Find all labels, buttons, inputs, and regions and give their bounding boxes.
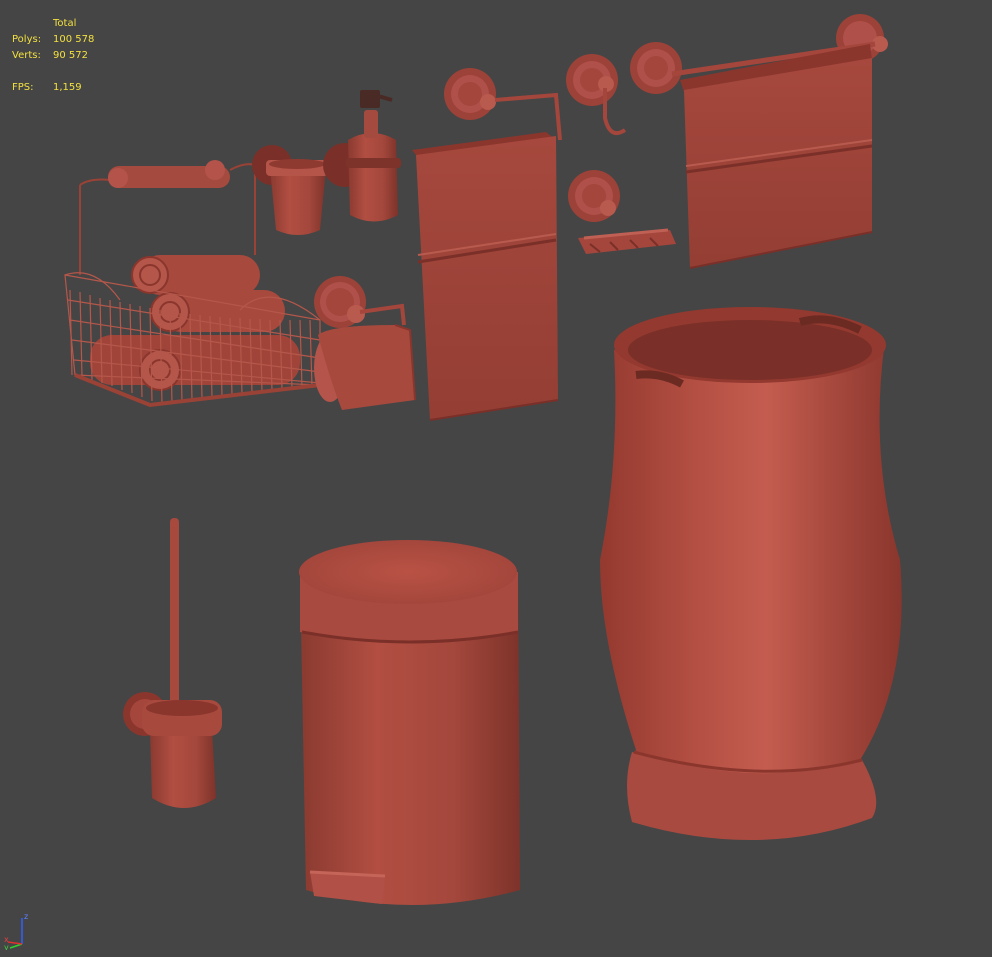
polys-label: Polys: [12,34,42,45]
verts-label: Verts: [12,50,41,61]
x-axis-line [7,941,23,945]
3d-viewport[interactable]: Total Polys: 100 578 Verts: 90 572 FPS: … [0,0,992,957]
toilet-paper-holder[interactable] [314,276,416,410]
towel-bar-with-towel[interactable] [412,68,562,421]
brush-handle [170,518,179,718]
tumbler-cup [270,168,326,235]
z-axis-label: z [24,912,28,921]
robe-hook[interactable] [566,54,627,135]
x-axis-label: x [4,935,9,944]
towel [416,136,558,420]
laundry-basket[interactable] [600,307,902,841]
soap-dispenser[interactable] [323,90,401,222]
verts-value: 90 572 [53,50,88,61]
polys-value: 100 578 [53,34,95,45]
toilet-brush-holder[interactable] [123,518,222,808]
large-towel-rail-with-towel[interactable] [630,14,888,269]
fps-value: 1,159 [53,82,82,93]
soap-dish[interactable] [568,170,676,254]
axis-gizmo: z y x [4,912,28,950]
tumbler-holder[interactable] [252,145,328,235]
stats-header: Total [53,18,77,29]
bin-lid [299,540,517,604]
y-axis-line [9,943,23,949]
scene-render[interactable] [0,0,992,957]
fps-label: FPS: [12,82,34,93]
pump-head [360,90,380,108]
y-axis-label: y [4,943,9,950]
pedal-bin[interactable] [299,540,520,905]
